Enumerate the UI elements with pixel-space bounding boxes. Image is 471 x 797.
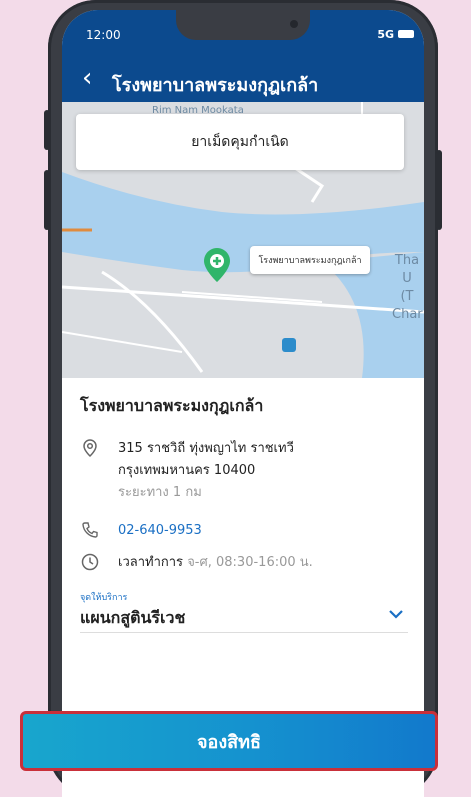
hours-label: เวลาทำการ bbox=[118, 555, 184, 570]
chevron-down-icon bbox=[389, 610, 403, 619]
nav-bar: ‹ โรงพยาบาลพระมงกุฎเกล้า bbox=[62, 58, 424, 102]
opening-hours: เวลาทำการ จ-ศ, 08:30-16:00 น. bbox=[118, 552, 313, 574]
status-bar: 12:00 5G bbox=[62, 10, 424, 58]
hours-value: จ-ศ, 08:30-16:00 น. bbox=[187, 555, 313, 570]
address-row: 315 ราชวิถี ทุ่งพญาไท ราชเทวี กรุงเทพมหา… bbox=[80, 438, 410, 508]
location-icon bbox=[83, 439, 97, 458]
book-button[interactable]: จองสิทธิ bbox=[20, 711, 438, 771]
phone-side-button bbox=[436, 150, 442, 230]
page-title: โรงพยาบาลพระมงกุฎเกล้า bbox=[112, 75, 319, 96]
transit-icon bbox=[282, 338, 296, 352]
chevron-left-icon[interactable]: ‹ bbox=[82, 62, 92, 94]
status-time: 12:00 bbox=[86, 28, 121, 42]
phone-row[interactable]: 02-640-9953 bbox=[80, 520, 410, 542]
phone-icon bbox=[82, 522, 98, 538]
phone-screen: 12:00 5G ‹ โรงพยาบาลพระมงกุฎเกล้า Rim Na… bbox=[62, 10, 424, 797]
hospital-name: โรงพยาบาลพระมงกุฎเกล้า bbox=[80, 396, 264, 415]
book-button-label: จองสิทธิ bbox=[197, 731, 261, 753]
phone-number-link[interactable]: 02-640-9953 bbox=[118, 520, 202, 542]
address-line-2: กรุงเทพมหานคร 10400 bbox=[118, 463, 256, 478]
map-view[interactable]: Rim Nam Mookata Tha U (T Char ยาเม็ดคุมก… bbox=[62, 102, 424, 378]
clock-icon bbox=[81, 553, 99, 571]
distance-text: ระยะทาง 1 กม bbox=[118, 485, 202, 500]
service-type-card: ยาเม็ดคุมกำเนิด bbox=[76, 114, 404, 170]
battery-icon bbox=[398, 30, 414, 38]
service-point-value: แผนกสูตินรีเวช bbox=[80, 608, 186, 627]
service-point-select[interactable]: แผนกสูตินรีเวช bbox=[80, 602, 408, 633]
phone-side-button bbox=[44, 110, 50, 150]
map-area-label: Tha U (T Char bbox=[392, 253, 423, 322]
camera-icon bbox=[290, 20, 298, 28]
address-line-1: 315 ราชวิถี ทุ่งพญาไท ราชเทวี bbox=[118, 441, 294, 456]
signal-indicator: 5G bbox=[377, 28, 394, 41]
phone-side-button bbox=[44, 170, 50, 230]
service-type-title: ยาเม็ดคุมกำเนิด bbox=[191, 134, 289, 150]
hours-row: เวลาทำการ จ-ศ, 08:30-16:00 น. bbox=[80, 552, 410, 574]
map-pin-label: โรงพยาบาลพระมงกุฎเกล้า bbox=[250, 246, 370, 274]
map-pin-label-text: โรงพยาบาลพระมงกุฎเกล้า bbox=[258, 256, 362, 266]
